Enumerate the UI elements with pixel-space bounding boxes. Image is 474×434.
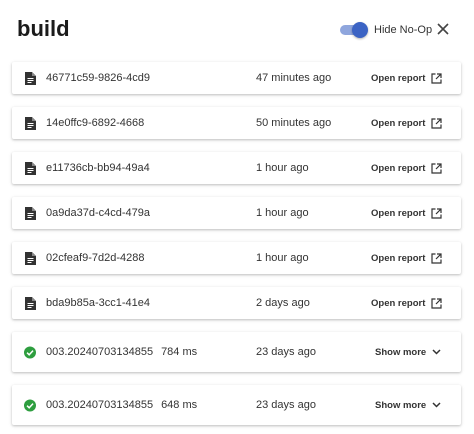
build-time: 1 hour ago xyxy=(256,207,309,219)
build-time: 1 hour ago xyxy=(256,162,309,174)
toggle-label: Hide No-Op xyxy=(374,24,433,36)
build-card: 003.20240703134855 648 ms 23 days ago Sho… xyxy=(12,385,461,425)
build-time: 23 days ago xyxy=(256,346,316,358)
show-more-button[interactable]: Show more xyxy=(375,400,441,411)
build-card: 14e0ffc9-6892-4668 50 minutes ago Open r… xyxy=(12,107,461,139)
open-report-button[interactable]: Open report xyxy=(371,253,442,264)
show-more-label: Show more xyxy=(375,346,427,358)
open-report-button[interactable]: Open report xyxy=(371,298,442,309)
build-name: 02cfeaf9-7d2d-4288 xyxy=(46,252,145,264)
document-icon xyxy=(24,296,36,310)
build-name: 003.20240703134855 648 ms xyxy=(46,399,197,411)
chevron-down-icon xyxy=(432,349,441,355)
build-card: e11736cb-bb94-49a4 1 hour ago Open repor… xyxy=(12,152,461,184)
build-name: 0a9da37d-c4cd-479a xyxy=(46,207,150,219)
chevron-down-icon xyxy=(432,402,441,408)
build-name: bda9b85a-3cc1-41e4 xyxy=(46,297,150,309)
build-time: 47 minutes ago xyxy=(256,72,332,84)
open-report-label: Open report xyxy=(371,162,426,174)
document-icon xyxy=(24,251,36,265)
document-icon xyxy=(24,116,36,130)
open-report-label: Open report xyxy=(371,207,426,219)
toggle-thumb[interactable] xyxy=(352,22,368,38)
page-title: build xyxy=(17,16,70,41)
build-id: 003.20240703134855 xyxy=(46,399,154,411)
open-external-icon xyxy=(431,162,442,174)
open-report-label: Open report xyxy=(371,117,426,129)
build-card: 02cfeaf9-7d2d-4288 1 hour ago Open repor… xyxy=(12,242,461,274)
build-name: 003.20240703134855 784 ms xyxy=(46,346,197,358)
toggle-track[interactable] xyxy=(340,22,368,38)
open-report-button[interactable]: Open report xyxy=(371,118,442,129)
show-more-label: Show more xyxy=(375,399,427,411)
hide-noop-toggle[interactable]: Hide No-Op xyxy=(340,21,432,39)
open-external-icon xyxy=(431,117,442,129)
check-circle-icon xyxy=(24,398,36,412)
open-report-button[interactable]: Open report xyxy=(371,208,442,219)
open-report-label: Open report xyxy=(371,72,426,84)
build-id: 003.20240703134855 xyxy=(46,346,154,358)
close-icon[interactable] xyxy=(436,22,450,36)
build-name: e11736cb-bb94-49a4 xyxy=(46,162,150,174)
header: build Hide No-Op xyxy=(0,0,474,60)
build-card: 0a9da37d-c4cd-479a 1 hour ago Open repor… xyxy=(12,197,461,229)
check-circle-icon xyxy=(24,345,36,359)
open-report-label: Open report xyxy=(371,252,426,264)
build-time: 2 days ago xyxy=(256,297,310,309)
open-external-icon xyxy=(431,207,442,219)
open-external-icon xyxy=(431,297,442,309)
open-report-button[interactable]: Open report xyxy=(371,73,442,84)
build-card: bda9b85a-3cc1-41e4 2 days ago Open repor… xyxy=(12,287,461,319)
close-button[interactable] xyxy=(436,22,450,36)
open-external-icon xyxy=(431,252,442,264)
open-report-label: Open report xyxy=(371,297,426,309)
build-name: 14e0ffc9-6892-4668 xyxy=(46,117,145,129)
build-time: 1 hour ago xyxy=(256,252,309,264)
build-time: 23 days ago xyxy=(256,399,316,411)
open-external-icon xyxy=(431,72,442,84)
document-icon xyxy=(24,161,36,175)
document-icon xyxy=(24,206,36,220)
document-icon xyxy=(24,71,36,85)
build-name: 46771c59-9826-4cd9 xyxy=(46,72,150,84)
open-report-button[interactable]: Open report xyxy=(371,163,442,174)
show-more-button[interactable]: Show more xyxy=(375,347,441,358)
build-duration: 784 ms xyxy=(161,346,198,358)
build-time: 50 minutes ago xyxy=(256,117,332,129)
build-card: 003.20240703134855 784 ms 23 days ago Sho… xyxy=(12,332,461,372)
build-card: 46771c59-9826-4cd9 47 minutes ago Open r… xyxy=(12,62,461,94)
build-duration: 648 ms xyxy=(161,399,198,411)
